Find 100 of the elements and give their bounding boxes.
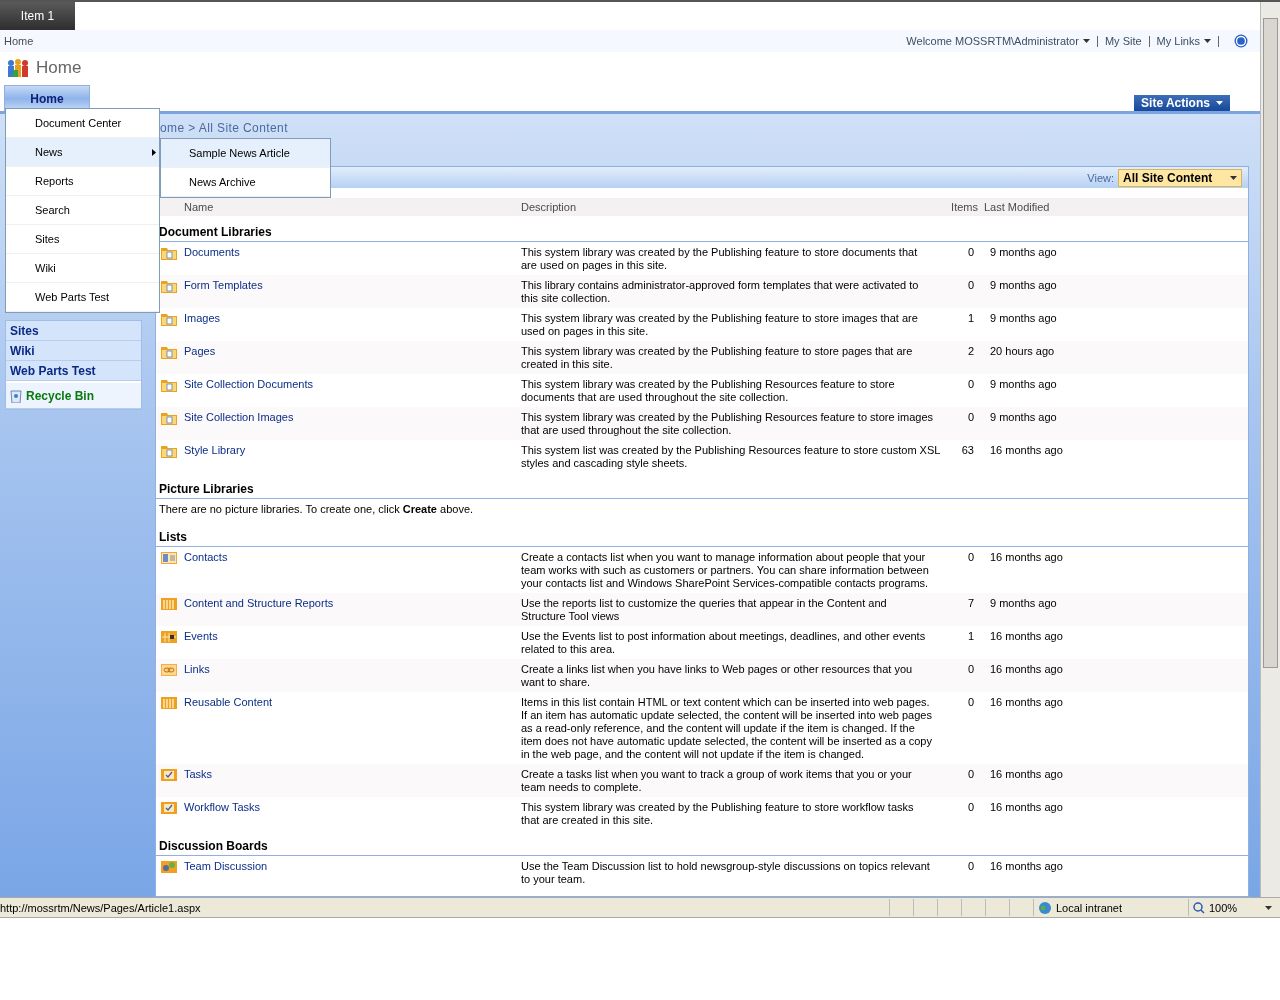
list-name-link[interactable]: Links: [184, 663, 210, 689]
people-logo-icon: [6, 58, 30, 78]
folder-icon: [161, 312, 177, 326]
view-dropdown[interactable]: All Site Content: [1118, 168, 1242, 187]
list-name-link[interactable]: Pages: [184, 345, 216, 371]
discussion-icon: [161, 860, 177, 874]
item-count: 0: [966, 663, 975, 677]
status-url: http://mossrtm/News/Pages/Article1.aspx: [0, 901, 202, 914]
item-count: 7: [966, 597, 975, 611]
last-modified-text: 9 months ago: [989, 378, 1058, 392]
description-text: This system library was created by the Publishing Resources feature to store documents that are used throughout the site collection.: [521, 378, 896, 404]
item-count: 0: [966, 279, 975, 293]
description-text: Use the Team Discussion list to hold newsgroup-style discussions on topics relevant to your team.: [521, 860, 931, 886]
nav-tab[interactable]: Home: [4, 85, 90, 111]
item-count: 0: [966, 801, 975, 815]
item-count: 0: [966, 551, 975, 565]
folder-icon: [161, 444, 177, 458]
description-text: Create a links list when you have links to Web pages or other resources that you want to share.: [521, 663, 914, 689]
last-modified-text: 9 months ago: [989, 411, 1058, 425]
zone-text: Local intranet: [1056, 901, 1123, 914]
list-icon: [161, 597, 177, 611]
list-name-link[interactable]: Team Discussion: [184, 860, 268, 886]
last-modified-text: 16 months ago: [989, 663, 1064, 677]
task-icon: [161, 768, 177, 782]
description-text: This system library was created by the Publishing feature to store pages that are created in this site.: [521, 345, 914, 371]
item-count: 2: [966, 345, 975, 359]
item-count: 1: [966, 312, 975, 326]
browser-tab[interactable]: Item 1: [0, 2, 75, 30]
list-name-link[interactable]: Style Library: [184, 444, 246, 470]
calendar-icon: [161, 630, 177, 644]
list-name-link[interactable]: Site Collection Documents: [184, 378, 313, 404]
sidebar-link[interactable]: Sites: [6, 321, 141, 341]
description-text: Create a contacts list when you want to manage information about people that your team works with such as customers or partners. You can share information between your contacts list and Windows SharePoint Services-compatible contacts programs.: [521, 551, 930, 590]
sidebar-link[interactable]: Recycle Bin: [6, 383, 141, 409]
section-title: Picture Libraries: [156, 473, 1248, 499]
sidebar-link[interactable]: Wiki: [6, 341, 141, 361]
list-name-link[interactable]: Workflow Tasks: [184, 801, 260, 827]
item-count: 0: [966, 411, 975, 425]
item-count: 0: [966, 246, 975, 260]
contacts-icon: [161, 551, 177, 565]
last-modified-text: 16 months ago: [989, 801, 1064, 815]
site-actions-button[interactable]: Site Actions: [1134, 95, 1230, 111]
link-icon: [161, 663, 177, 677]
list-icon: [161, 696, 177, 710]
description-text: Items in this list contain HTML or text content which can be inserted into web pages. If an item has automatic update selected, the content will be inserted into web pages as a read-only reference, and the content will update if the item is changed. If the item does not have automatic update selected, the content will be inserted as a copy in the web page, and the content will not update if the item is changed.: [521, 696, 933, 761]
item-count: 1: [966, 630, 975, 644]
column-header[interactable]: Description: [521, 201, 936, 213]
item-count: 0: [966, 768, 975, 782]
caret-icon: [1265, 905, 1272, 910]
list-name-link[interactable]: Form Templates: [184, 279, 263, 305]
task-icon: [161, 801, 177, 815]
folder-icon: [161, 411, 177, 425]
view-label: View:: [1087, 171, 1114, 184]
menu-item[interactable]: News: [6, 138, 159, 167]
welcome-menu[interactable]: Welcome MOSSRTM\Administrator: [906, 35, 1090, 47]
breadcrumb-link[interactable]: Home: [4, 35, 34, 47]
list-name-link[interactable]: Documents: [184, 246, 240, 272]
last-modified-text: 16 months ago: [989, 768, 1064, 782]
description-text: This library contains administrator-approved form templates that were activated to this site collection.: [521, 279, 920, 305]
zoom-level[interactable]: 100%: [1209, 901, 1238, 914]
last-modified-text: 16 months ago: [989, 444, 1064, 458]
empty-message: There are no picture libraries. To create one, click Create above.: [158, 502, 475, 517]
globe-icon: [1038, 900, 1052, 915]
description-text: Use the reports list to customize the queries that appear in the Content and Structure Tool views: [521, 597, 888, 623]
column-header[interactable]: Items: [936, 201, 984, 213]
description-text: This system library was created by the Publishing feature to store workflow tasks that are created in this site.: [521, 801, 915, 827]
sidebar-link[interactable]: Web Parts Test: [6, 361, 141, 381]
description-text: This system library was created by the Publishing Resources feature to store images that are used throughout the site collection.: [521, 411, 935, 437]
last-modified-text: 16 months ago: [989, 551, 1064, 565]
list-name-link[interactable]: Content and Structure Reports: [184, 597, 334, 623]
last-modified-text: 16 months ago: [989, 860, 1064, 874]
folder-icon: [161, 345, 177, 359]
last-modified-text: 16 months ago: [989, 630, 1064, 644]
last-modified-text: 9 months ago: [989, 597, 1058, 611]
zoom-icon[interactable]: [1193, 901, 1205, 914]
top-link[interactable]: My Links: [1156, 35, 1211, 47]
list-name-link[interactable]: Events: [184, 630, 218, 656]
list-name-link[interactable]: Contacts: [184, 551, 228, 590]
caret-icon: [1082, 39, 1090, 43]
item-count: 0: [966, 378, 975, 392]
list-name-link[interactable]: Images: [184, 312, 221, 338]
last-modified-text: 9 months ago: [989, 312, 1058, 326]
recycle-bin-icon: [10, 388, 22, 403]
last-modified-text: 16 months ago: [989, 696, 1064, 710]
column-header[interactable]: Last Modified: [984, 201, 1248, 213]
list-name-link[interactable]: Reusable Content: [184, 696, 273, 761]
breadcrumb: ome > All Site Content: [160, 121, 288, 135]
last-modified-text: 9 months ago: [989, 279, 1058, 293]
top-link[interactable]: My Site: [1104, 35, 1142, 47]
help-icon[interactable]: [1234, 34, 1248, 48]
submenu-item[interactable]: Sample News Article: [161, 139, 330, 168]
list-name-link[interactable]: Site Collection Images: [184, 411, 294, 437]
last-modified-text: 9 months ago: [989, 246, 1058, 260]
scrollbar[interactable]: [1260, 2, 1280, 897]
caret-icon: [1204, 39, 1211, 43]
column-header[interactable]: Name: [184, 201, 521, 213]
submenu-arrow-icon: [152, 148, 156, 156]
list-name-link[interactable]: Tasks: [184, 768, 213, 794]
caret-icon: [1215, 101, 1223, 105]
site-title: Home: [36, 58, 82, 78]
